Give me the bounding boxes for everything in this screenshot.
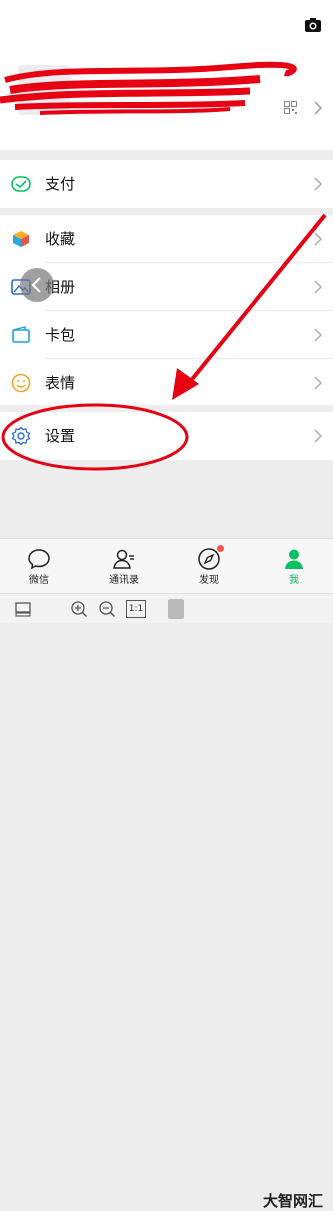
qr-code-icon[interactable] — [284, 101, 297, 114]
zoom-in-icon[interactable] — [70, 600, 88, 618]
tab-label: 发现 — [199, 575, 219, 586]
me-icon — [285, 549, 303, 569]
card-wallet-icon — [12, 326, 30, 343]
chevron-right-icon — [314, 101, 322, 115]
zoom-out-icon[interactable] — [98, 600, 116, 618]
chevron-right-icon — [314, 177, 322, 191]
contacts-icon — [113, 549, 134, 569]
camera-icon[interactable] — [303, 15, 323, 35]
watermark-text: 大智网汇 — [262, 1192, 323, 1210]
menu-item-label: 收藏 — [45, 230, 76, 248]
menu-item-favorites[interactable]: 收藏 — [0, 215, 333, 263]
tab-contacts[interactable]: 通讯录 — [89, 539, 159, 593]
menu-group-pay: 支付 — [0, 160, 333, 208]
menu-group-main: 收藏 相册 卡包 表情 — [0, 215, 333, 405]
chat-icon — [28, 549, 50, 570]
menu-item-cards[interactable]: 卡包 — [0, 311, 333, 359]
tab-chats[interactable]: 微信 — [4, 539, 74, 593]
tab-me[interactable]: 我 — [259, 539, 329, 593]
chevron-right-icon — [314, 328, 322, 342]
menu-item-label: 支付 — [45, 175, 76, 193]
chevron-right-icon — [314, 376, 322, 390]
settings-gear-icon — [11, 426, 31, 446]
menu-item-label: 表情 — [45, 374, 76, 392]
bottom-tab-bar: 微信 通讯录 发现 我 — [0, 538, 333, 593]
scroll-thumb[interactable] — [168, 599, 184, 619]
notification-dot — [217, 545, 224, 552]
menu-item-pay[interactable]: 支付 — [0, 160, 333, 208]
smiley-icon — [11, 373, 31, 393]
tab-discover[interactable]: 发现 — [174, 539, 244, 593]
redacted-scribble — [0, 61, 297, 115]
viewer-toolbar: 1:1 大智网汇 — [0, 593, 333, 1210]
menu-item-label: 设置 — [45, 427, 76, 445]
tab-label: 微信 — [29, 575, 49, 586]
chevron-right-icon — [314, 429, 322, 443]
actual-size-button[interactable]: 1:1 — [126, 600, 146, 618]
profile-header[interactable] — [0, 0, 333, 150]
menu-item-stickers[interactable]: 表情 — [0, 359, 333, 407]
menu-item-label: 卡包 — [45, 326, 76, 344]
chevron-left-icon — [31, 277, 41, 293]
tab-label: 我 — [289, 575, 299, 586]
chevron-right-icon — [314, 280, 322, 294]
layout-icon[interactable] — [14, 600, 32, 618]
menu-item-settings[interactable]: 设置 — [0, 412, 333, 460]
menu-group-settings: 设置 — [0, 412, 333, 460]
favorites-cube-icon — [13, 231, 29, 247]
tab-label: 通讯录 — [109, 575, 139, 586]
floating-back-button[interactable] — [20, 268, 54, 302]
chevron-right-icon — [314, 232, 322, 246]
pay-icon — [11, 176, 31, 192]
